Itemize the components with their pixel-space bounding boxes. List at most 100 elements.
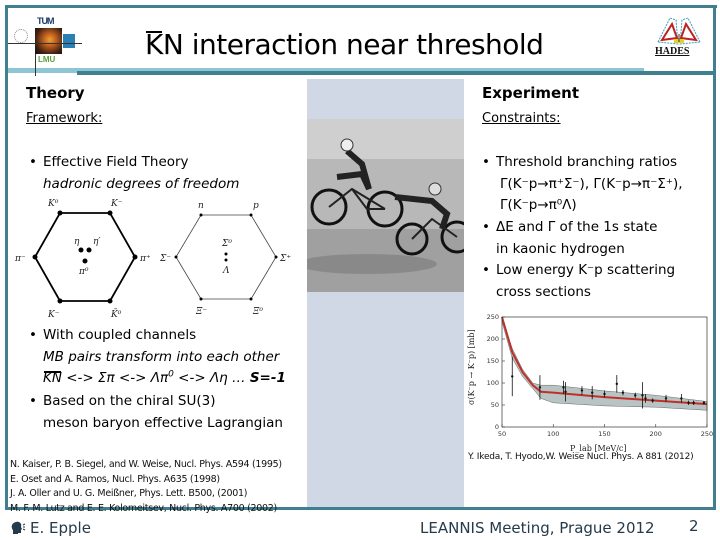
data-point bbox=[702, 401, 706, 404]
x-tick-label: 50 bbox=[498, 430, 506, 438]
label-lambda: Λ bbox=[222, 266, 230, 276]
data-point bbox=[644, 397, 647, 400]
label-eta-prime: η′ bbox=[93, 237, 100, 247]
label-k0: K⁰ bbox=[47, 199, 59, 209]
scattering-sub: cross sections bbox=[496, 283, 591, 300]
scattering-main: Low energy K⁻p scattering bbox=[496, 262, 676, 278]
x-tick-label: 100 bbox=[547, 430, 559, 438]
branching-main: Threshold branching ratios bbox=[496, 154, 678, 170]
label-piplus: π⁺ bbox=[139, 254, 151, 264]
data-point bbox=[651, 399, 654, 402]
meson-octet-points bbox=[32, 210, 138, 304]
x-tick-label: 150 bbox=[598, 430, 610, 438]
data-point bbox=[562, 386, 565, 389]
eft-main: Effective Field Theory bbox=[43, 154, 189, 170]
title-kbar: K bbox=[145, 28, 163, 61]
label-sigma-minus: Σ⁻ bbox=[159, 254, 171, 264]
cyclists-photo bbox=[307, 119, 464, 292]
label-xi-minus: Ξ⁻ bbox=[195, 307, 207, 317]
x-tick-label: 250 bbox=[701, 430, 713, 438]
y-tick-label: 50 bbox=[491, 401, 499, 409]
y-tick-label: 0 bbox=[495, 423, 499, 431]
label-kminus-top: K⁻ bbox=[110, 199, 123, 209]
data-point bbox=[664, 397, 668, 400]
coupled-kn-overbar: KN bbox=[43, 368, 62, 390]
bullet-kaonic-hydrogen: • ΔE and Γ of the 1s state in kaonic hyd… bbox=[482, 217, 657, 260]
data-point bbox=[538, 386, 542, 389]
gear-emblem-icon bbox=[14, 29, 28, 43]
cross-section-chart: 50 100 150 200 250050100150200250 σ(K⁻p → K⁻… bbox=[467, 313, 714, 453]
data-point bbox=[634, 394, 637, 397]
theory-heading: Theory bbox=[26, 84, 85, 102]
footer-author: E. Epple bbox=[30, 519, 91, 537]
chart-axes: 50 100 150 200 250050100150200250 bbox=[487, 313, 714, 438]
chiral-main: Based on the chiral SU(3) bbox=[43, 393, 216, 409]
reference-item: N. Kaiser, P. B. Siegel, and W. Weise, N… bbox=[10, 459, 282, 470]
title-text: N interaction near threshold bbox=[162, 28, 544, 61]
y-tick-label: 100 bbox=[487, 379, 499, 387]
coupled-main: With coupled channels bbox=[43, 327, 197, 343]
label-eta: η bbox=[74, 237, 80, 247]
label-piminus: π⁻ bbox=[14, 254, 26, 264]
coupled-line2: KN <-> Σπ <-> Λπ0 <-> Λη … S=-1 bbox=[43, 368, 286, 390]
data-point bbox=[511, 375, 514, 378]
baryon-octet-hexagon bbox=[175, 214, 277, 300]
data-point bbox=[615, 382, 618, 386]
data-point bbox=[687, 401, 690, 404]
coupled-line1: MB pairs transform into each other bbox=[43, 348, 280, 365]
data-point bbox=[621, 391, 625, 394]
y-tick-label: 150 bbox=[487, 357, 499, 365]
chiral-sub: meson baryon effective Lagrangian bbox=[43, 414, 283, 431]
institution-logos: TUM LMU bbox=[8, 10, 82, 76]
theory-framework-label: Framework: bbox=[26, 111, 103, 126]
data-point bbox=[692, 401, 695, 404]
speaker-head-icon bbox=[11, 521, 26, 534]
hades-logo-text: HADES bbox=[655, 46, 690, 57]
data-point bbox=[680, 397, 683, 400]
reference-item: J. A. Oller and U. G. Meißner, Phys. Let… bbox=[10, 488, 248, 499]
y-axis-label: σ(K⁻p → K⁻p) [mb] bbox=[467, 329, 476, 405]
label-n: n bbox=[198, 201, 204, 211]
y-tick-label: 200 bbox=[487, 335, 499, 343]
label-kminus-bottom: K⁻ bbox=[47, 310, 60, 320]
label-sigma0: Σ⁰ bbox=[221, 239, 232, 249]
label-sigma-plus: Σ⁺ bbox=[279, 254, 291, 264]
experiment-constraints-label: Constraints: bbox=[482, 111, 561, 126]
data-point bbox=[564, 390, 567, 393]
experiment-heading: Experiment bbox=[482, 84, 580, 102]
tum-logo: TUM bbox=[37, 16, 54, 26]
meson-octet-hexagon bbox=[33, 212, 137, 302]
strangeness-label: S=-1 bbox=[249, 370, 286, 386]
reference-item: M. F. M. Lutz and E. E. Kolomeitsev, Nuc… bbox=[10, 502, 277, 514]
title-rule-dark bbox=[77, 71, 716, 75]
data-point bbox=[641, 394, 644, 397]
frame-top-border bbox=[5, 5, 717, 8]
kaonic-sub: in kaonic hydrogen bbox=[496, 240, 625, 257]
label-kbar0: K̄⁰ bbox=[110, 308, 122, 320]
footer-meeting: LEANNIS Meeting, Prague 2012 bbox=[420, 519, 655, 537]
slide-title: KN interaction near threshold bbox=[145, 28, 544, 61]
logo-divider-vertical bbox=[35, 54, 36, 76]
label-xi0: Ξ⁰ bbox=[252, 307, 263, 317]
chart-citation: Y. Ikeda, T. Hyodo,W. Weise Nucl. Phys. … bbox=[468, 452, 694, 462]
baryon-octet-points bbox=[174, 213, 278, 301]
data-point bbox=[591, 391, 594, 394]
y-tick-label: 250 bbox=[487, 313, 499, 321]
bullet-scattering: • Low energy K⁻p scattering cross sectio… bbox=[482, 260, 676, 303]
page-number: 2 bbox=[689, 517, 699, 535]
branching-line3: Γ(K⁻p→π⁰Λ) bbox=[500, 197, 577, 213]
lmu-logo: LMU bbox=[38, 55, 56, 64]
cluster-logo-icon bbox=[63, 34, 75, 48]
collision-image bbox=[35, 28, 62, 54]
data-point bbox=[603, 392, 606, 396]
theory-references: N. Kaiser, P. B. Siegel, and W. Weise, N… bbox=[10, 458, 282, 516]
reference-item: E. Oset and A. Ramos, Nucl. Phys. A635 (… bbox=[10, 473, 220, 485]
bullet-coupled-channels: • With coupled channels MB pairs transfo… bbox=[29, 325, 286, 390]
label-p: p bbox=[253, 201, 259, 211]
bullet-effective-field-theory: • Effective Field Theory hadronic degree… bbox=[29, 154, 240, 192]
logo-divider-horizontal bbox=[8, 43, 82, 44]
bullet-branching-ratios: • Threshold branching ratios Γ(K⁻p→π⁺Σ⁻)… bbox=[482, 152, 683, 217]
label-pi0: π⁰ bbox=[78, 267, 89, 277]
data-point bbox=[580, 389, 584, 392]
branching-line2: Γ(K⁻p→π⁺Σ⁻), Γ(K⁻p→π⁻Σ⁺), bbox=[500, 175, 683, 192]
